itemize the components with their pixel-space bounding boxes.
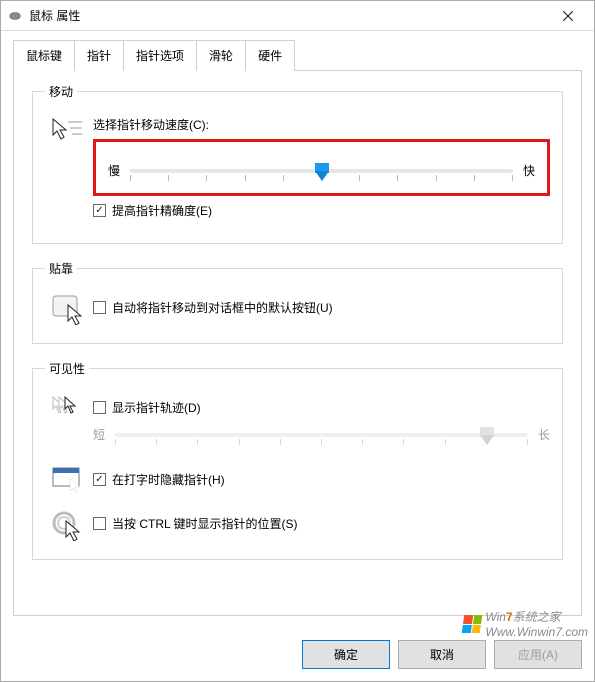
snapto-icon: [45, 293, 93, 325]
group-visibility-legend: 可见性: [45, 360, 89, 377]
checkbox-icon: [93, 473, 106, 486]
slider-ticks: [115, 439, 528, 445]
pointer-speed-label: 选择指针移动速度(C):: [93, 116, 550, 133]
tab-pointer-options[interactable]: 指针选项: [123, 40, 197, 71]
group-snapto: 贴靠 自动将指针移动到对话框中的默认按钮(U): [32, 260, 563, 344]
tab-hardware[interactable]: 硬件: [245, 40, 295, 71]
dialog-buttons: 确定 取消 应用(A): [1, 628, 594, 681]
checkbox-icon: [93, 301, 106, 314]
tab-strip: 鼠标键 指针 指针选项 滑轮 硬件: [13, 39, 582, 70]
tab-label: 滑轮: [209, 49, 233, 63]
pointer-trails-icon: [45, 393, 93, 421]
hide-typing-icon: [45, 465, 93, 493]
highlight-box: 慢 快: [93, 139, 550, 196]
checkbox-icon: [93, 517, 106, 530]
ok-button[interactable]: 确定: [302, 640, 390, 669]
checkbox-label: 当按 CTRL 键时显示指针的位置(S): [112, 515, 298, 532]
tab-label: 硬件: [258, 49, 282, 63]
trails-short-label: 短: [93, 426, 105, 443]
group-motion-legend: 移动: [45, 83, 77, 100]
tab-label: 鼠标键: [26, 49, 62, 63]
checkbox-label: 提高指针精确度(E): [112, 202, 212, 219]
checkbox-icon: [93, 401, 106, 414]
mouse-properties-dialog: 鼠标 属性 鼠标键 指针 指针选项 滑轮 硬件 移动: [0, 0, 595, 682]
pointer-trails-slider: [115, 433, 528, 437]
titlebar: 鼠标 属性: [1, 1, 594, 31]
ctrl-locate-checkbox[interactable]: 当按 CTRL 键时显示指针的位置(S): [93, 515, 550, 532]
tab-panel: 移动: [13, 70, 582, 616]
tab-buttons[interactable]: 鼠标键: [13, 40, 75, 71]
hide-typing-checkbox[interactable]: 在打字时隐藏指针(H): [93, 471, 550, 488]
enhance-precision-checkbox[interactable]: 提高指针精确度(E): [93, 202, 550, 219]
checkbox-label: 在打字时隐藏指针(H): [112, 471, 225, 488]
tab-wheel[interactable]: 滑轮: [196, 40, 246, 71]
trails-long-label: 长: [538, 426, 550, 443]
close-icon: [563, 11, 573, 21]
group-snapto-legend: 贴靠: [45, 260, 77, 277]
tab-label: 指针选项: [136, 49, 184, 63]
tab-pointers[interactable]: 指针: [74, 40, 124, 71]
button-label: 取消: [430, 648, 454, 662]
group-visibility: 可见性: [32, 360, 563, 560]
window-title: 鼠标 属性: [29, 7, 548, 24]
ctrl-locate-icon: [45, 509, 93, 541]
tab-label: 指针: [87, 49, 111, 63]
checkbox-label: 显示指针轨迹(D): [112, 399, 201, 416]
button-label: 应用(A): [518, 648, 558, 662]
slider-slow-label: 慢: [108, 162, 120, 179]
close-button[interactable]: [548, 2, 588, 30]
slider-fast-label: 快: [523, 162, 535, 179]
pointer-trails-checkbox[interactable]: 显示指针轨迹(D): [93, 399, 550, 416]
mouse-icon: [7, 8, 23, 24]
checkbox-icon: [93, 204, 106, 217]
client-area: 鼠标键 指针 指针选项 滑轮 硬件 移动: [1, 31, 594, 628]
apply-button[interactable]: 应用(A): [494, 640, 582, 669]
slider-thumb: [480, 427, 494, 445]
snapto-checkbox[interactable]: 自动将指针移动到对话框中的默认按钮(U): [93, 299, 550, 316]
pointer-speed-slider[interactable]: [130, 169, 513, 173]
slider-thumb[interactable]: [315, 163, 329, 181]
button-label: 确定: [334, 648, 358, 662]
group-motion: 移动: [32, 83, 563, 244]
checkbox-label: 自动将指针移动到对话框中的默认按钮(U): [112, 299, 333, 316]
cancel-button[interactable]: 取消: [398, 640, 486, 669]
pointer-speed-icon: [45, 116, 93, 146]
